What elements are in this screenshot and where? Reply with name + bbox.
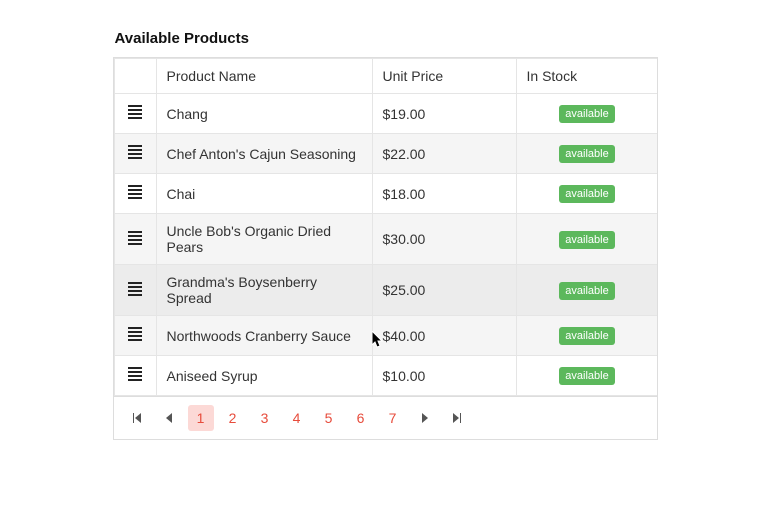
cell-product-name: Chang: [156, 94, 372, 134]
page-title: Available Products: [115, 30, 658, 47]
table-row[interactable]: Chai $18.00 available: [114, 174, 657, 214]
drag-handle-icon[interactable]: [128, 280, 142, 298]
stock-badge: available: [559, 231, 614, 249]
drag-handle-icon[interactable]: [128, 183, 142, 201]
table-row[interactable]: Grandma's Boysenberry Spread $25.00 avai…: [114, 265, 657, 316]
cell-unit-price: $40.00: [372, 316, 516, 356]
cell-unit-price: $18.00: [372, 174, 516, 214]
cell-product-name: Grandma's Boysenberry Spread: [156, 265, 372, 316]
table-row[interactable]: Chef Anton's Cajun Seasoning $22.00 avai…: [114, 134, 657, 174]
cell-product-name: Aniseed Syrup: [156, 356, 372, 396]
drag-handle-icon[interactable]: [128, 143, 142, 161]
pager-next-icon[interactable]: [412, 405, 438, 431]
header-row: Product Name Unit Price In Stock: [114, 59, 657, 94]
pager-page[interactable]: 6: [348, 405, 374, 431]
table-row[interactable]: Northwoods Cranberry Sauce $40.00 availa…: [114, 316, 657, 356]
table-row[interactable]: Uncle Bob's Organic Dried Pears $30.00 a…: [114, 214, 657, 265]
pager-page[interactable]: 3: [252, 405, 278, 431]
cell-product-name: Chai: [156, 174, 372, 214]
stock-badge: available: [559, 185, 614, 203]
stock-badge: available: [559, 282, 614, 300]
cell-unit-price: $19.00: [372, 94, 516, 134]
stock-badge: available: [559, 145, 614, 163]
drag-handle-icon[interactable]: [128, 103, 142, 121]
pager-last-icon[interactable]: [444, 405, 470, 431]
pager-page[interactable]: 2: [220, 405, 246, 431]
header-product-name[interactable]: Product Name: [156, 59, 372, 94]
stock-badge: available: [559, 105, 614, 123]
drag-handle-icon[interactable]: [128, 325, 142, 343]
stock-badge: available: [559, 327, 614, 345]
drag-handle-icon[interactable]: [128, 365, 142, 383]
cell-unit-price: $10.00: [372, 356, 516, 396]
pager-first-icon[interactable]: [124, 405, 150, 431]
cell-unit-price: $25.00: [372, 265, 516, 316]
header-drag: [114, 59, 156, 94]
cell-product-name: Uncle Bob's Organic Dried Pears: [156, 214, 372, 265]
cell-unit-price: $22.00: [372, 134, 516, 174]
pager: 1 2 3 4 5 6 7: [114, 396, 657, 439]
pager-page[interactable]: 5: [316, 405, 342, 431]
header-unit-price[interactable]: Unit Price: [372, 59, 516, 94]
header-in-stock[interactable]: In Stock: [516, 59, 657, 94]
table-row[interactable]: Aniseed Syrup $10.00 available: [114, 356, 657, 396]
cell-product-name: Northwoods Cranberry Sauce: [156, 316, 372, 356]
pager-prev-icon[interactable]: [156, 405, 182, 431]
pager-page[interactable]: 4: [284, 405, 310, 431]
pager-page[interactable]: 1: [188, 405, 214, 431]
table-row[interactable]: Chang $19.00 available: [114, 94, 657, 134]
drag-handle-icon[interactable]: [128, 229, 142, 247]
cell-unit-price: $30.00: [372, 214, 516, 265]
stock-badge: available: [559, 367, 614, 385]
products-grid: Product Name Unit Price In Stock Chang $…: [113, 57, 658, 440]
pager-page[interactable]: 7: [380, 405, 406, 431]
cell-product-name: Chef Anton's Cajun Seasoning: [156, 134, 372, 174]
